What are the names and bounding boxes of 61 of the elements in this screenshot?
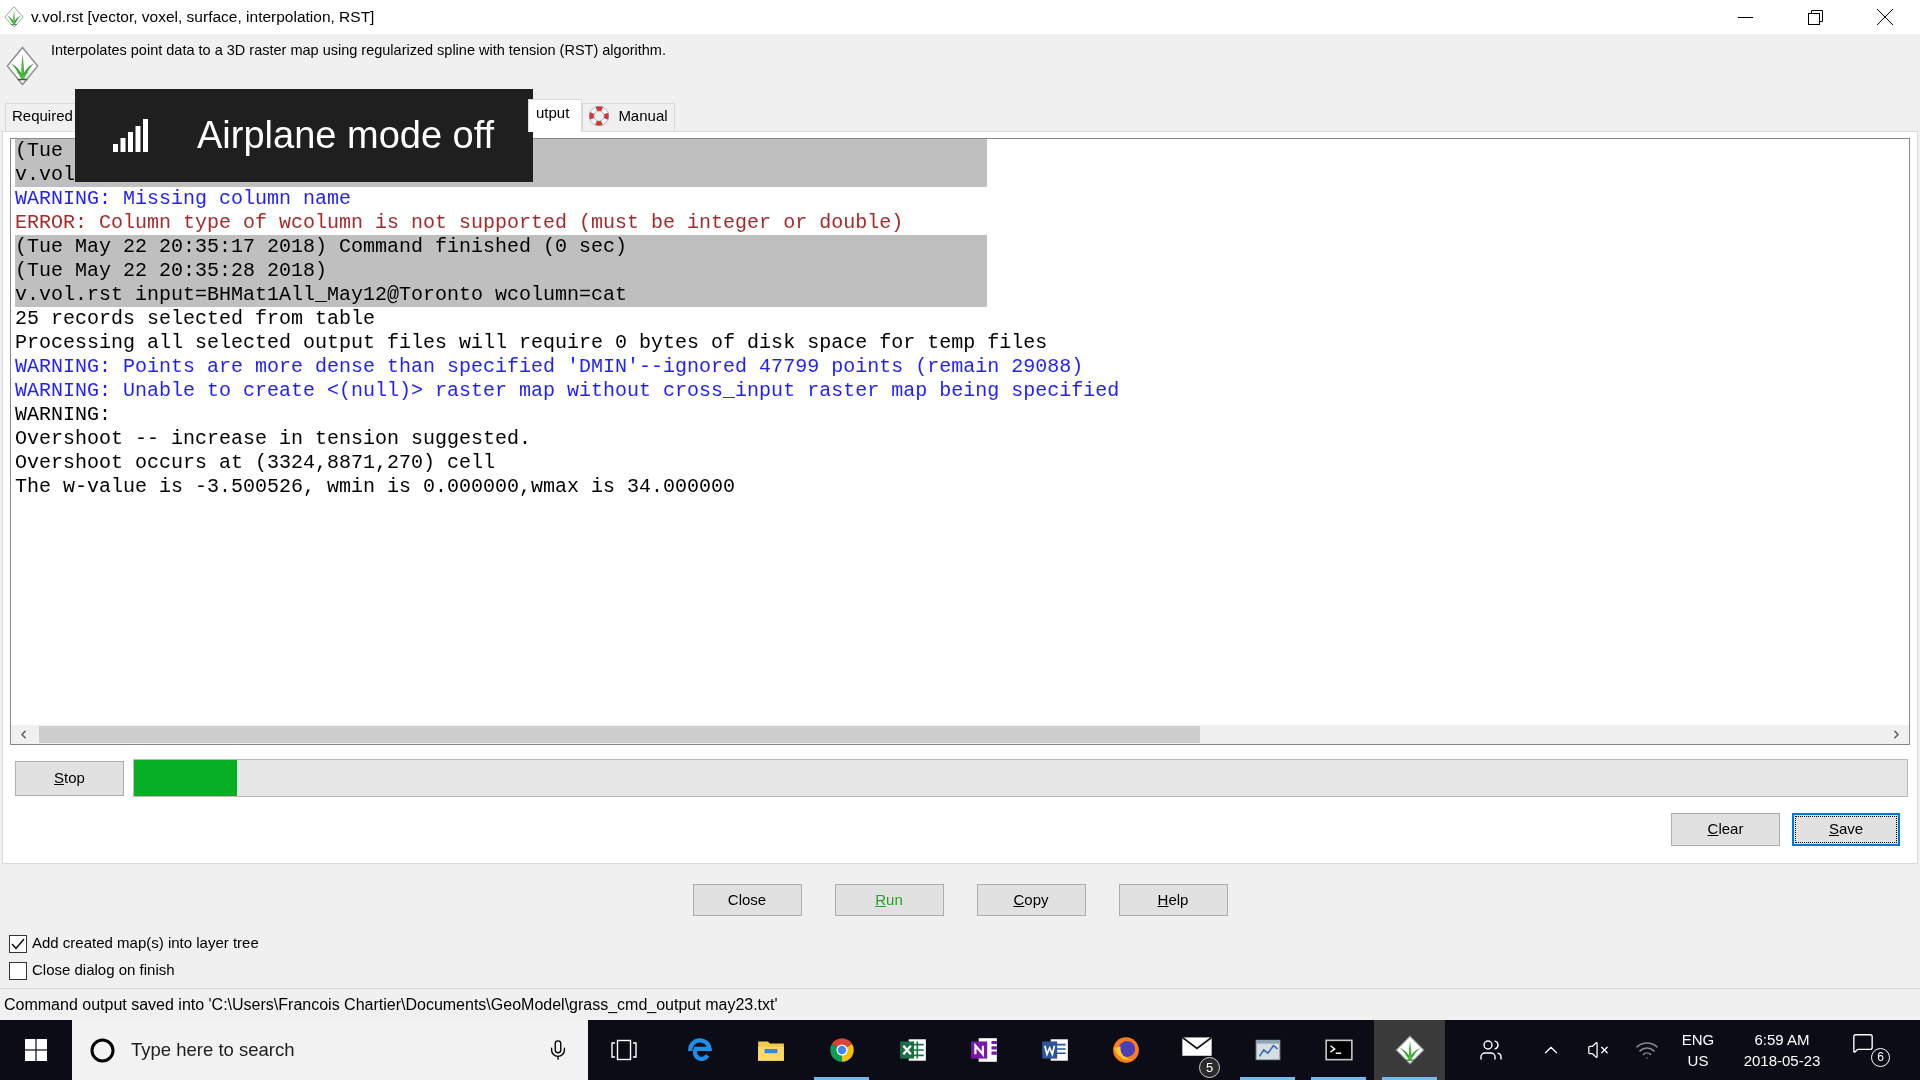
- dialog-button[interactable]: Close: [692, 884, 802, 916]
- console-line: 25 records selected from table: [15, 307, 376, 331]
- signal-bars-icon: [113, 119, 149, 152]
- tab[interactable]: Manual: [582, 103, 675, 131]
- minimize-icon: [1737, 16, 1753, 18]
- warning-line: WARNING: Unable to create <(null)> raster map without cross_input raster map being specified: [15, 379, 1120, 403]
- search-input[interactable]: Type here to search: [131, 1036, 547, 1064]
- console-line: The w-value is -3.500526, wmin is 0.000000,wmax is 34.000000: [15, 475, 736, 499]
- module-description: Interpolates point data to a 3D raster map using regularized spline with tension (RST) algorithm.: [51, 41, 666, 60]
- people-icon[interactable]: [1479, 1038, 1503, 1062]
- envelope-icon[interactable]: [1181, 1035, 1212, 1057]
- task-view-icon: [611, 1039, 637, 1061]
- dialog-button[interactable]: Copy: [976, 884, 1086, 916]
- taskbar-app-button[interactable]: [1374, 1020, 1445, 1080]
- checkbox-label[interactable]: Close dialog on finish: [32, 959, 175, 982]
- clock-time: 6:59 AM: [1754, 1030, 1810, 1050]
- clock[interactable]: 6:59 AM 2018-05-23: [1716, 1029, 1848, 1071]
- console-line: Processing all selected output files will require 0 bytes of disk space for temp files: [15, 331, 1048, 355]
- globe-icon[interactable]: [1110, 1035, 1141, 1065]
- ring-icon: [90, 1037, 115, 1063]
- scrollbar-thumb[interactable]: [39, 726, 1200, 743]
- running-indicator: [1311, 1077, 1366, 1080]
- checkbox-label[interactable]: Add created map(s) into layer tree: [32, 932, 259, 955]
- checkmark-icon: [11, 937, 25, 950]
- stop-button[interactable]: Stop: [15, 760, 124, 796]
- search-box[interactable]: Type here to search: [72, 1020, 588, 1080]
- console-line: Overshoot occurs at (3324,8871,270) cell: [15, 451, 496, 475]
- running-indicator: [814, 1077, 869, 1080]
- warning-line: WARNING: Missing column name: [15, 187, 352, 211]
- console-line: WARNING:: [15, 403, 111, 427]
- running-indicator: [1240, 1077, 1295, 1080]
- taskbar-app-button[interactable]: 5: [1161, 1020, 1232, 1080]
- console-line: Overshoot -- increase in tension suggested.: [15, 427, 532, 451]
- start-icon: [25, 1039, 47, 1061]
- close-icon: [1877, 9, 1893, 25]
- notebook-icon[interactable]: [968, 1035, 999, 1065]
- error-line: ERROR: Column type of wcolumn is not supported (must be integer or double): [15, 211, 904, 235]
- window-title: v.vol.rst [vector, voxel, surface, interpolation, RST]: [31, 7, 375, 28]
- checkbox[interactable]: [9, 934, 27, 953]
- console-action-button[interactable]: Save: [1792, 813, 1900, 846]
- module-icon: [6, 46, 39, 86]
- speech-bubble-icon[interactable]: [1852, 1032, 1874, 1054]
- language-text: US: [1687, 1051, 1709, 1071]
- console-action-button[interactable]: Clear: [1671, 813, 1780, 846]
- grass-icon[interactable]: [1394, 1035, 1425, 1065]
- horizontal-scrollbar[interactable]: [11, 725, 1909, 744]
- muted-speaker-icon[interactable]: [1587, 1039, 1609, 1061]
- dialog-button[interactable]: Help: [1118, 884, 1228, 916]
- language-text: ENG: [1681, 1030, 1715, 1050]
- count-badge: 5: [1199, 1057, 1220, 1078]
- clock-date: 2018-05-23: [1743, 1051, 1821, 1071]
- checkbox[interactable]: [9, 961, 27, 980]
- warning-line: WARNING: Points are more dense than specified 'DMIN'--ignored 47799 points (remain 29088): [15, 355, 1084, 379]
- tab[interactable]: utput: [528, 99, 583, 132]
- status-text: Command output saved into 'C:\Users\Francois Chartier\Documents\GeoModel\grass_cmd_output may23.txt': [4, 994, 778, 1015]
- count-badge: 6: [1871, 1048, 1890, 1067]
- lifebuoy-icon: [589, 106, 610, 126]
- app-icon: [4, 6, 24, 28]
- language-indicator[interactable]: ENG US: [1680, 1029, 1716, 1071]
- restore-icon: [1807, 9, 1823, 25]
- running-indicator: [1382, 1077, 1437, 1080]
